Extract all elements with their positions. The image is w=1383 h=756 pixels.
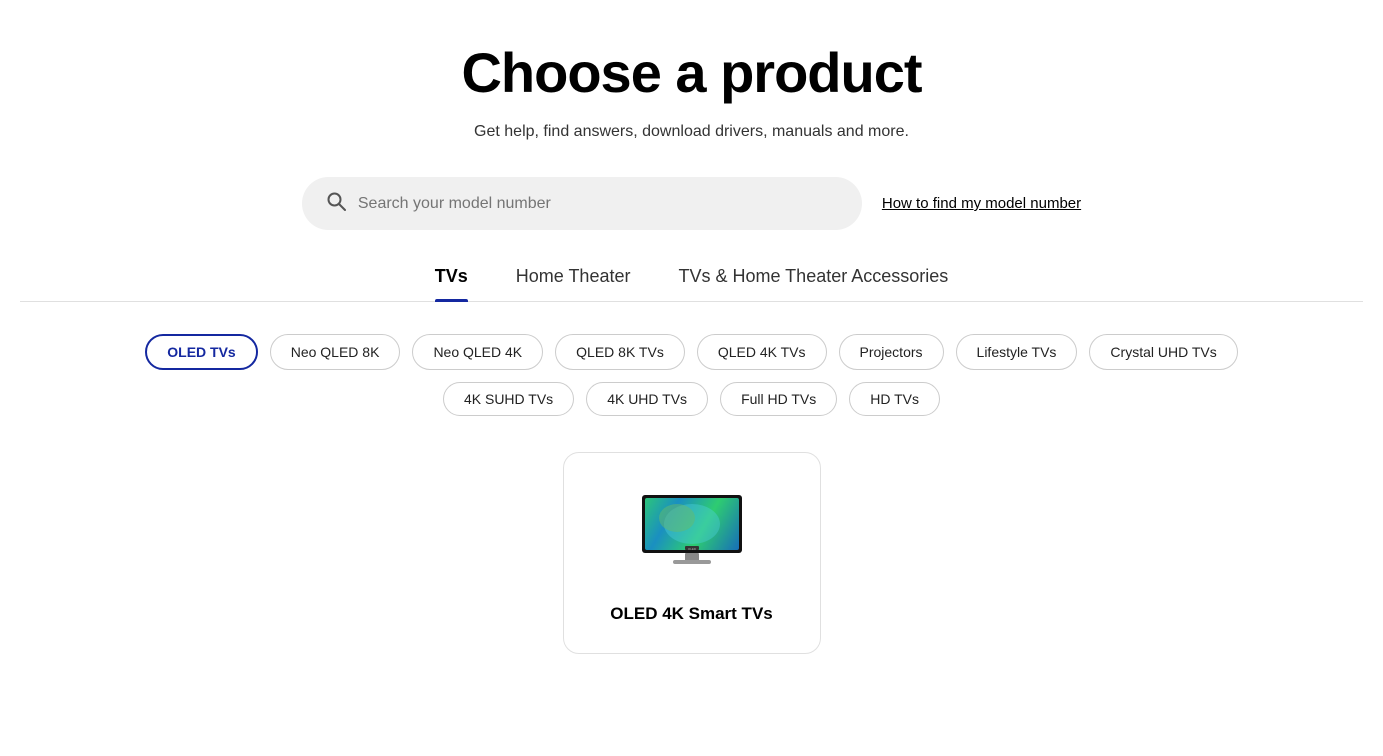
filter-chip-crystal-uhd-tvs[interactable]: Crystal UHD TVs: [1089, 334, 1237, 370]
svg-text:OLED: OLED: [687, 547, 696, 551]
search-input[interactable]: [358, 195, 838, 213]
product-grid: OLED OLED 4K Smart TVs: [20, 452, 1363, 654]
model-help-link[interactable]: How to find my model number: [882, 195, 1081, 212]
tab-tvs[interactable]: TVs: [435, 266, 468, 301]
tab-accessories[interactable]: TVs & Home Theater Accessories: [678, 266, 948, 301]
search-row: How to find my model number: [20, 177, 1363, 230]
search-icon: [326, 191, 346, 216]
product-image-area: OLED: [632, 485, 752, 575]
tabs-row: TVs Home Theater TVs & Home Theater Acce…: [20, 266, 1363, 302]
page-wrapper: Choose a product Get help, find answers,…: [0, 0, 1383, 694]
page-title: Choose a product: [20, 40, 1363, 105]
filter-chip-qled-8k-tvs[interactable]: QLED 8K TVs: [555, 334, 685, 370]
filter-chip-oled-tvs[interactable]: OLED TVs: [145, 334, 257, 370]
filter-chip-neo-qled-4k[interactable]: Neo QLED 4K: [412, 334, 543, 370]
tv-illustration: OLED: [637, 490, 747, 570]
filter-chip-4k-suhd-tvs[interactable]: 4K SUHD TVs: [443, 382, 574, 416]
product-card-oled-4k-smart[interactable]: OLED OLED 4K Smart TVs: [563, 452, 821, 654]
search-box: [302, 177, 862, 230]
filter-chip-full-hd-tvs[interactable]: Full HD TVs: [720, 382, 837, 416]
page-subtitle: Get help, find answers, download drivers…: [20, 123, 1363, 141]
filter-row-2: 4K SUHD TVs 4K UHD TVs Full HD TVs HD TV…: [20, 382, 1363, 416]
filter-chip-4k-uhd-tvs[interactable]: 4K UHD TVs: [586, 382, 708, 416]
filter-chip-projectors[interactable]: Projectors: [839, 334, 944, 370]
filter-chip-hd-tvs[interactable]: HD TVs: [849, 382, 940, 416]
product-card-title: OLED 4K Smart TVs: [610, 603, 773, 625]
filter-chip-qled-4k-tvs[interactable]: QLED 4K TVs: [697, 334, 827, 370]
filter-chip-neo-qled-8k[interactable]: Neo QLED 8K: [270, 334, 401, 370]
tab-home-theater[interactable]: Home Theater: [516, 266, 631, 301]
filter-chip-lifestyle-tvs[interactable]: Lifestyle TVs: [956, 334, 1078, 370]
filter-row-1: OLED TVs Neo QLED 8K Neo QLED 4K QLED 8K…: [20, 334, 1363, 370]
